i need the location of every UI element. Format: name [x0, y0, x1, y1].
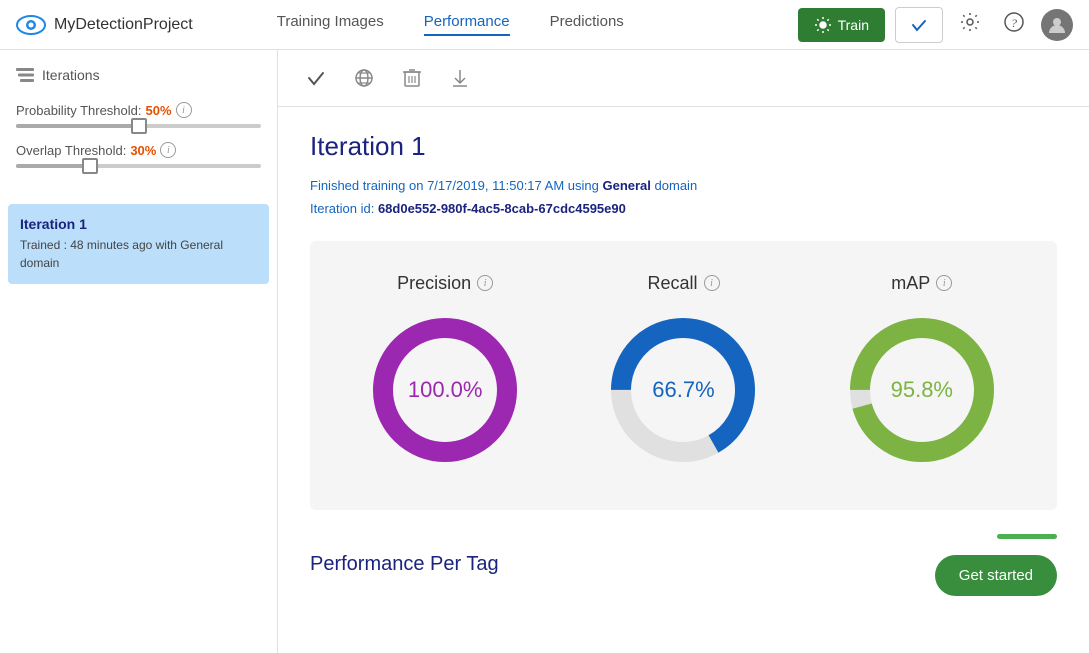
recall-label: Recall i	[647, 273, 719, 294]
delete-icon	[403, 68, 421, 88]
training-suffix: domain	[655, 178, 698, 193]
svg-text:?: ?	[1011, 16, 1017, 30]
probability-threshold-row: Probability Threshold: 50% i	[16, 102, 261, 128]
map-value: 95.8%	[891, 377, 953, 403]
overlap-threshold-row: Overlap Threshold: 30% i	[16, 142, 261, 168]
sidebar-title-label: Iterations	[42, 67, 100, 83]
recall-value: 66.7%	[652, 377, 714, 403]
publish-button[interactable]	[895, 7, 943, 43]
header: MyDetectionProject Training Images Perfo…	[0, 0, 1089, 50]
iteration-item-desc: Trained : 48 minutes ago with General do…	[20, 236, 257, 272]
iteration-title: Iteration 1	[310, 131, 1057, 162]
iteration-id-value: 68d0e552-980f-4ac5-8cab-67cdc4595e90	[378, 201, 626, 216]
overlap-threshold-label: Overlap Threshold: 30% i	[16, 142, 261, 158]
training-info-text: Finished training on 7/17/2019, 11:50:17…	[310, 178, 599, 193]
precision-value: 100.0%	[408, 377, 483, 403]
content-body: Iteration 1 Finished training on 7/17/20…	[278, 107, 1089, 620]
sidebar-title: Iterations	[0, 50, 277, 94]
checkmark-icon	[910, 16, 928, 34]
header-actions: Train ?	[798, 5, 1073, 45]
eye-icon	[16, 10, 46, 40]
download-toolbar-icon[interactable]	[446, 64, 474, 92]
probability-info-icon[interactable]: i	[176, 102, 192, 118]
iteration-list-item[interactable]: Iteration 1 Trained : 48 minutes ago wit…	[8, 204, 269, 284]
probability-threshold-label: Probability Threshold: 50% i	[16, 102, 261, 118]
content-area: Iteration 1 Finished training on 7/17/20…	[278, 50, 1089, 653]
iteration-item-name: Iteration 1	[20, 216, 257, 232]
nav-training-images[interactable]: Training Images	[277, 13, 384, 36]
threshold-section: Probability Threshold: 50% i Overlap Thr…	[0, 94, 277, 196]
train-button[interactable]: Train	[798, 8, 885, 42]
map-info-icon[interactable]: i	[936, 275, 952, 291]
training-domain: General	[602, 178, 650, 193]
recall-info-icon[interactable]: i	[704, 275, 720, 291]
probability-slider[interactable]	[16, 124, 261, 128]
map-card: mAP i 95.8%	[842, 273, 1002, 470]
train-button-label: Train	[838, 17, 869, 33]
download-icon	[451, 68, 469, 88]
precision-info-icon[interactable]: i	[477, 275, 493, 291]
precision-card: Precision i 100.0%	[365, 273, 525, 470]
recall-donut: 66.7%	[603, 310, 763, 470]
iteration-info: Finished training on 7/17/2019, 11:50:17…	[310, 174, 1057, 221]
metrics-container: Precision i 100.0% Recall	[310, 241, 1057, 510]
globe-icon	[354, 68, 374, 88]
gear-train-icon	[814, 16, 832, 34]
user-icon	[1047, 15, 1067, 35]
main-layout: Iterations Probability Threshold: 50% i …	[0, 50, 1089, 653]
iterations-icon	[16, 66, 34, 84]
globe-toolbar-icon[interactable]	[350, 64, 378, 92]
perf-per-tag-section: Performance Per Tag Get started	[310, 534, 1057, 596]
map-donut: 95.8%	[842, 310, 1002, 470]
app-logo: MyDetectionProject	[16, 10, 193, 40]
map-label: mAP i	[891, 273, 952, 294]
help-button[interactable]: ?	[997, 5, 1031, 45]
project-name: MyDetectionProject	[54, 16, 193, 34]
precision-donut: 100.0%	[365, 310, 525, 470]
overlap-slider[interactable]	[16, 164, 261, 168]
content-toolbar	[278, 50, 1089, 107]
sidebar: Iterations Probability Threshold: 50% i …	[0, 50, 278, 653]
get-started-button[interactable]: Get started	[935, 555, 1057, 596]
avatar[interactable]	[1041, 9, 1073, 41]
checkmark-toolbar-icon	[306, 68, 326, 88]
scrollbar-indicator	[997, 534, 1057, 539]
settings-icon	[959, 11, 981, 33]
perf-per-tag-title: Performance Per Tag	[310, 553, 499, 576]
help-icon: ?	[1003, 11, 1025, 33]
delete-toolbar-icon[interactable]	[398, 64, 426, 92]
nav-predictions[interactable]: Predictions	[550, 13, 624, 36]
settings-button[interactable]	[953, 5, 987, 45]
nav-performance[interactable]: Performance	[424, 13, 510, 36]
overlap-info-icon[interactable]: i	[160, 142, 176, 158]
iteration-id-label: Iteration id:	[310, 201, 378, 216]
check-toolbar-icon[interactable]	[302, 64, 330, 92]
main-nav: Training Images Performance Predictions	[277, 13, 624, 36]
precision-label: Precision i	[397, 273, 493, 294]
recall-card: Recall i 66.7%	[603, 273, 763, 470]
